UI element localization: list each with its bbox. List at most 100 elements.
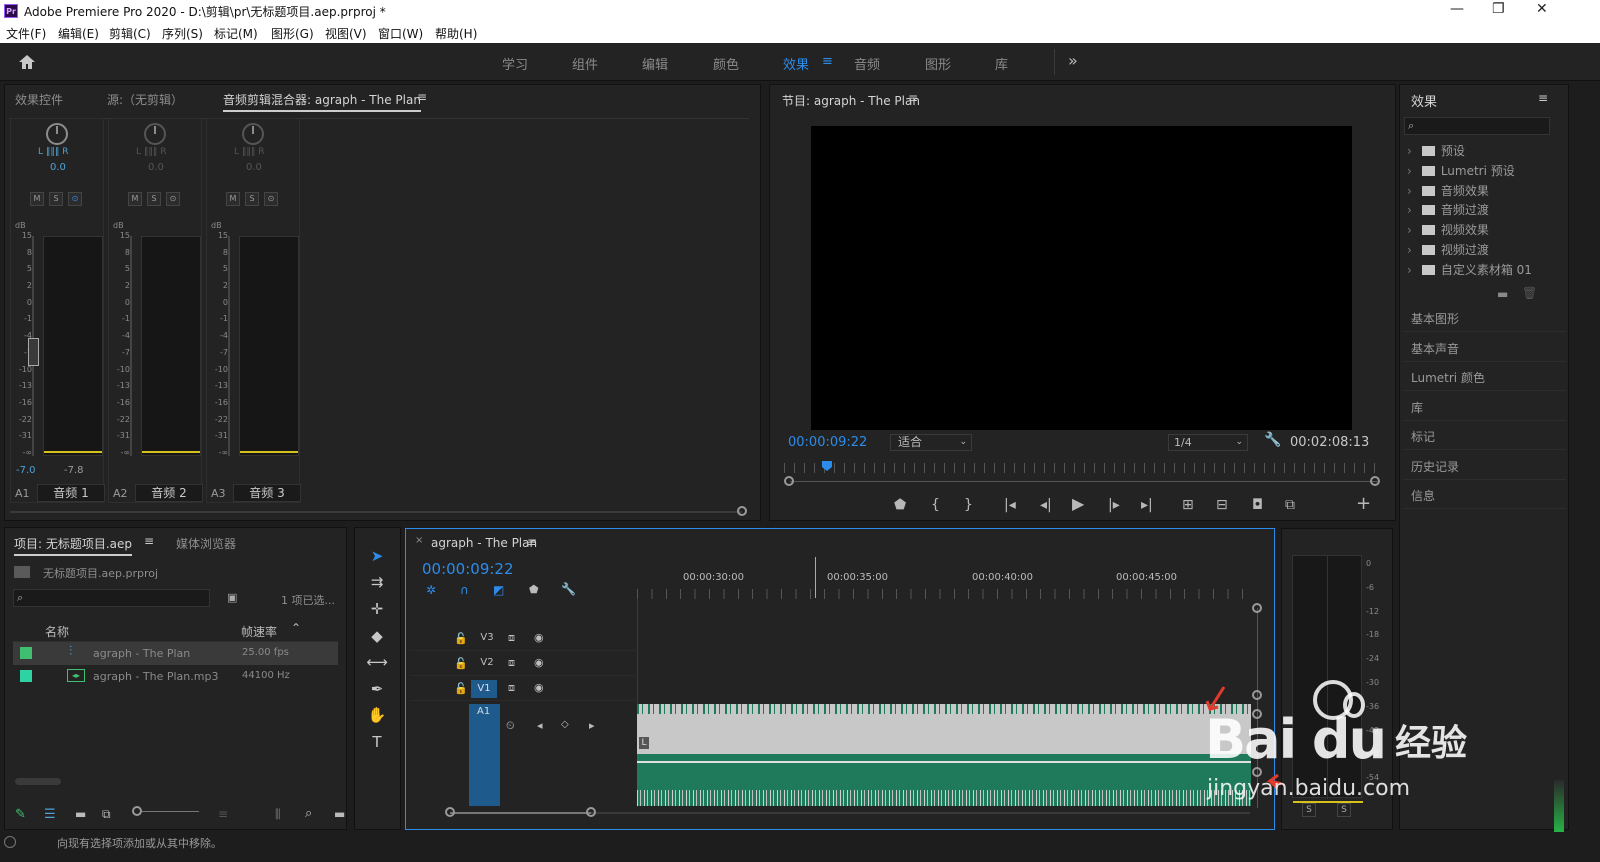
mixer-scrollbar[interactable] bbox=[10, 511, 742, 513]
side-panel-tab[interactable]: 库 bbox=[1403, 395, 1566, 421]
export-frame-icon[interactable]: ◘ bbox=[1252, 496, 1263, 514]
audio-clip[interactable]: L bbox=[637, 704, 1251, 806]
record-button[interactable]: ⊙ bbox=[166, 192, 180, 206]
timeline-ruler[interactable] bbox=[637, 589, 1251, 599]
mark-in-icon[interactable]: { bbox=[931, 496, 940, 514]
menu-graphics[interactable]: 图形(G) bbox=[271, 25, 314, 42]
pen-tool-icon[interactable]: ✒ bbox=[366, 678, 388, 700]
tab-audio-clip-mixer[interactable]: 音频剪辑混合器: agraph - The Plan bbox=[223, 91, 421, 112]
eye-icon[interactable]: ◉ bbox=[534, 631, 544, 644]
project-search-input[interactable]: ⌕ bbox=[13, 589, 210, 607]
zoom-handle-left[interactable] bbox=[784, 476, 794, 486]
project-scrollbar[interactable] bbox=[15, 778, 61, 785]
find-icon[interactable]: ⌕ bbox=[305, 806, 312, 821]
side-panel-tab[interactable]: 基本声音 bbox=[1403, 336, 1566, 362]
menu-clip[interactable]: 剪辑(C) bbox=[109, 25, 151, 42]
track-select-tool-icon[interactable]: ⇉ bbox=[366, 571, 388, 593]
label-color-swatch[interactable] bbox=[20, 647, 32, 659]
icon-view-icon[interactable]: ▬ bbox=[75, 807, 86, 821]
mute-button[interactable]: M bbox=[128, 192, 142, 206]
chevron-right-icon[interactable]: › bbox=[1407, 184, 1412, 198]
timeline-sequence-tab[interactable]: agraph - The Plan bbox=[431, 536, 537, 550]
tab-project[interactable]: 项目: 无标题项目.aep bbox=[14, 535, 133, 556]
v-scroll-handle[interactable] bbox=[1252, 603, 1262, 613]
lift-icon[interactable]: ⊞ bbox=[1182, 496, 1194, 514]
workspace-menu-icon[interactable]: ≡ bbox=[822, 54, 833, 69]
tab-effect-controls[interactable]: 效果控件 bbox=[15, 91, 63, 108]
project-menu-icon[interactable]: ≡ bbox=[144, 534, 154, 548]
workspace-effects[interactable]: 效果 bbox=[783, 54, 809, 73]
mute-button[interactable]: M bbox=[226, 192, 240, 206]
effects-folder[interactable]: › 视频效果 bbox=[1407, 221, 1489, 238]
side-panel-tab[interactable]: 信息 bbox=[1403, 483, 1566, 509]
prev-keyframe-icon[interactable]: ◂ bbox=[537, 719, 543, 732]
minimize-button[interactable]: — bbox=[1450, 1, 1464, 17]
pencil-icon[interactable]: ✎ bbox=[15, 807, 26, 822]
tab-source[interactable]: 源:（无剪辑） bbox=[107, 91, 183, 108]
resolution-dropdown[interactable]: 1/4 ⌄ bbox=[1168, 434, 1248, 451]
menu-marker[interactable]: 标记(M) bbox=[214, 25, 258, 42]
effects-folder[interactable]: › 视频过渡 bbox=[1407, 241, 1489, 258]
effects-menu-icon[interactable]: ≡ bbox=[1538, 91, 1548, 105]
solo-button[interactable]: S bbox=[245, 192, 259, 206]
fit-dropdown[interactable]: 适合 ⌄ bbox=[890, 434, 972, 451]
menu-window[interactable]: 窗口(W) bbox=[378, 25, 423, 42]
zoom-slider-handle[interactable] bbox=[132, 806, 142, 816]
program-menu-icon[interactable]: ≡ bbox=[908, 91, 918, 105]
track-name[interactable]: 音频 3 bbox=[233, 484, 301, 502]
pan-knob-icon[interactable] bbox=[144, 123, 166, 145]
track-label[interactable]: V1 bbox=[471, 680, 497, 698]
v-scroll-handle[interactable] bbox=[1252, 690, 1262, 700]
list-view-icon[interactable]: ☰ bbox=[44, 807, 56, 822]
chevron-right-icon[interactable]: › bbox=[1407, 203, 1412, 217]
sync-lock-icon[interactable]: ⧈ bbox=[508, 656, 515, 670]
next-keyframe-icon[interactable]: ▸ bbox=[589, 719, 595, 732]
comparison-view-icon[interactable]: ⧉ bbox=[1285, 496, 1295, 514]
close-button[interactable]: ✕ bbox=[1536, 1, 1548, 17]
eye-icon[interactable]: ◉ bbox=[534, 656, 544, 669]
go-to-out-icon[interactable]: ▸| bbox=[1141, 496, 1153, 514]
tab-media-browser[interactable]: 媒体浏览器 bbox=[176, 535, 236, 552]
menu-help[interactable]: 帮助(H) bbox=[435, 25, 477, 42]
effects-search-input[interactable]: ⌕ bbox=[1404, 117, 1550, 135]
zoom-slider[interactable] bbox=[142, 811, 199, 812]
mark-out-icon[interactable]: } bbox=[964, 496, 973, 514]
fader-track[interactable] bbox=[228, 236, 230, 456]
eye-icon[interactable]: ◉ bbox=[534, 681, 544, 694]
lock-icon[interactable]: 🔓 bbox=[454, 632, 468, 645]
snap-icon[interactable]: ∩ bbox=[460, 583, 469, 597]
button-editor-icon[interactable]: + bbox=[1356, 495, 1371, 513]
sort-icon[interactable]: ≡ bbox=[218, 807, 228, 821]
sort-asc-icon[interactable]: ⌃ bbox=[291, 621, 301, 635]
col-frame-rate[interactable]: 帧速率 bbox=[241, 623, 277, 640]
timeline-timecode[interactable]: 00:00:09:22 bbox=[422, 560, 514, 578]
track-name[interactable]: 音频 1 bbox=[37, 484, 105, 502]
close-tab-icon[interactable]: × bbox=[415, 535, 423, 546]
effects-folder[interactable]: › Lumetri 预设 bbox=[1407, 162, 1515, 179]
side-panel-tab[interactable]: 标记 bbox=[1403, 424, 1566, 450]
zoom-handle-right[interactable] bbox=[1370, 476, 1380, 486]
v-scroll-handle[interactable] bbox=[1252, 767, 1262, 777]
razor-tool-icon[interactable]: ◆ bbox=[366, 625, 388, 647]
slip-tool-icon[interactable]: ⟷ bbox=[366, 651, 388, 673]
insert-nest-icon[interactable]: ✲ bbox=[426, 583, 436, 597]
selection-tool-icon[interactable]: ➤ bbox=[366, 545, 388, 567]
h-scroll-handle[interactable] bbox=[445, 807, 455, 817]
h-scroll-handle[interactable] bbox=[586, 807, 596, 817]
workspace-editing[interactable]: 编辑 bbox=[642, 54, 668, 73]
keyframe-toggle-icon[interactable]: ⏲ bbox=[506, 719, 515, 733]
play-icon[interactable]: ▶ bbox=[1072, 495, 1084, 513]
fader-handle[interactable] bbox=[28, 338, 39, 366]
effects-folder[interactable]: › 音频效果 bbox=[1407, 182, 1489, 199]
timeline-vertical-scrollbar[interactable] bbox=[1257, 608, 1258, 808]
step-forward-icon[interactable]: |▸ bbox=[1108, 496, 1120, 514]
ripple-edit-tool-icon[interactable]: ✛ bbox=[366, 598, 388, 620]
workspace-audio[interactable]: 音频 bbox=[854, 54, 880, 73]
fader-value[interactable]: -7.0 bbox=[16, 465, 36, 476]
record-button[interactable]: ⊙ bbox=[264, 192, 278, 206]
menu-view[interactable]: 视图(V) bbox=[325, 25, 367, 42]
workspace-graphics[interactable]: 图形 bbox=[925, 54, 951, 73]
hand-tool-icon[interactable]: ✋ bbox=[366, 704, 388, 726]
timeline-scroll-thumb[interactable] bbox=[450, 812, 591, 814]
pan-knob-icon[interactable] bbox=[46, 123, 68, 145]
